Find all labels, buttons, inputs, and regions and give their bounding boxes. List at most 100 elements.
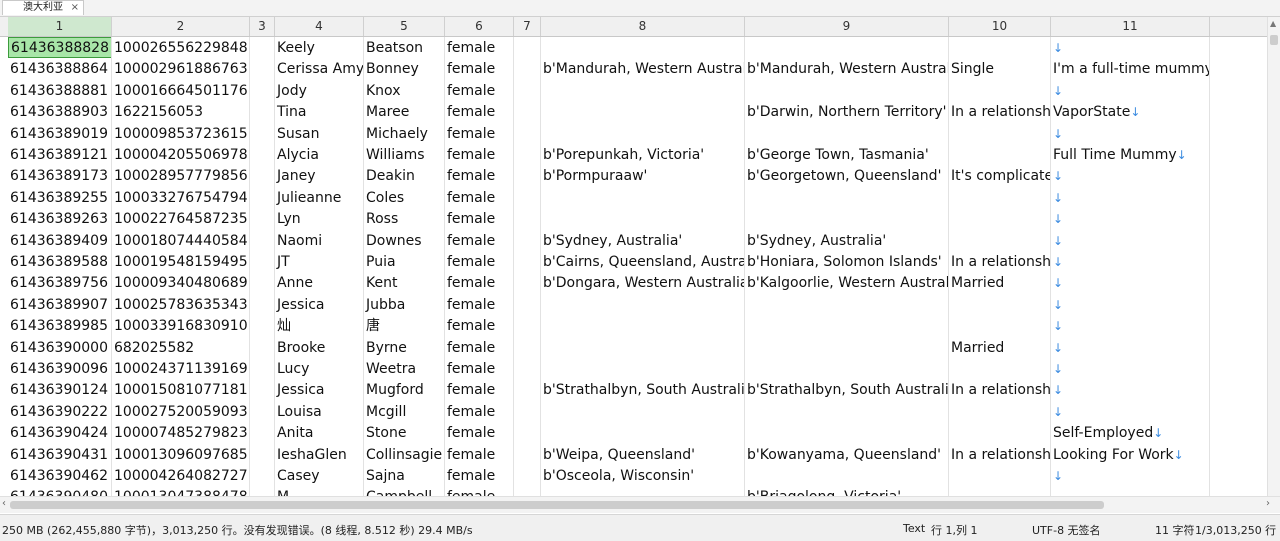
- table-cell[interactable]: [250, 337, 275, 358]
- table-cell[interactable]: 61436390480: [8, 486, 112, 496]
- table-cell[interactable]: [745, 315, 949, 336]
- table-cell[interactable]: b'Darwin, Northern Territory': [745, 101, 949, 122]
- table-cell[interactable]: Puia: [364, 251, 445, 272]
- table-cell[interactable]: In a relationship: [949, 379, 1051, 400]
- table-cell[interactable]: 100007485279823: [112, 422, 250, 443]
- table-cell[interactable]: [745, 187, 949, 208]
- table-cell[interactable]: In a relationship: [949, 444, 1051, 465]
- table-cell[interactable]: [250, 486, 275, 496]
- table-cell[interactable]: Campbell: [364, 486, 445, 496]
- table-cell[interactable]: female: [445, 208, 514, 229]
- table-cell[interactable]: [514, 337, 541, 358]
- table-cell[interactable]: ↓: [1051, 379, 1210, 400]
- table-row[interactable]: 61436389907 100025783635343 Jessica Jubba fe…: [0, 294, 1268, 315]
- table-cell[interactable]: [250, 358, 275, 379]
- table-cell[interactable]: ↓: [1051, 37, 1210, 58]
- table-cell[interactable]: [250, 422, 275, 443]
- table-cell[interactable]: 100024371139169: [112, 358, 250, 379]
- table-cell[interactable]: In a relationship: [949, 101, 1051, 122]
- table-cell[interactable]: Keely: [275, 37, 364, 58]
- table-cell[interactable]: [745, 37, 949, 58]
- table-cell[interactable]: [949, 208, 1051, 229]
- table-cell[interactable]: [745, 123, 949, 144]
- table-cell[interactable]: [949, 315, 1051, 336]
- column-header-7[interactable]: 7: [514, 17, 541, 36]
- table-cell[interactable]: [514, 230, 541, 251]
- table-cell[interactable]: I'm a full-time mummy↓: [1051, 58, 1210, 79]
- table-cell[interactable]: female: [445, 80, 514, 101]
- table-cell[interactable]: ↓: [1051, 272, 1210, 293]
- table-cell[interactable]: [949, 422, 1051, 443]
- table-cell[interactable]: Janey: [275, 165, 364, 186]
- table-cell[interactable]: [514, 101, 541, 122]
- table-cell[interactable]: female: [445, 486, 514, 496]
- table-cell[interactable]: [250, 80, 275, 101]
- table-cell[interactable]: 61436389907: [8, 294, 112, 315]
- table-cell[interactable]: [514, 401, 541, 422]
- table-cell[interactable]: 100033276754794: [112, 187, 250, 208]
- table-cell[interactable]: female: [445, 358, 514, 379]
- table-cell[interactable]: 61436389756: [8, 272, 112, 293]
- table-cell[interactable]: [745, 337, 949, 358]
- table-cell[interactable]: IeshaGlen: [275, 444, 364, 465]
- table-cell[interactable]: 61436389019: [8, 123, 112, 144]
- table-cell[interactable]: 61436390424: [8, 422, 112, 443]
- table-cell[interactable]: b'Pormpuraaw': [541, 165, 745, 186]
- table-cell[interactable]: [541, 208, 745, 229]
- vertical-scrollbar[interactable]: ▲: [1267, 17, 1280, 496]
- table-cell[interactable]: Married: [949, 272, 1051, 293]
- table-row[interactable]: 61436390424 100007485279823 Anita Stone fema…: [0, 422, 1268, 443]
- table-cell[interactable]: Knox: [364, 80, 445, 101]
- table-cell[interactable]: b'Briagolong, Victoria': [745, 486, 949, 496]
- table-cell[interactable]: [514, 187, 541, 208]
- table-cell[interactable]: b'Sydney, Australia': [541, 230, 745, 251]
- table-cell[interactable]: b'Dongara, Western Australia': [541, 272, 745, 293]
- column-header-3[interactable]: 3: [250, 17, 275, 36]
- table-cell[interactable]: [745, 465, 949, 486]
- table-cell[interactable]: female: [445, 144, 514, 165]
- table-cell[interactable]: [250, 401, 275, 422]
- table-cell[interactable]: 100002961886763: [112, 58, 250, 79]
- table-row[interactable]: 61436388903 1622156053 Tina Maree female b'Da…: [0, 101, 1268, 122]
- table-cell[interactable]: 100019548159495: [112, 251, 250, 272]
- table-cell[interactable]: [250, 465, 275, 486]
- table-cell[interactable]: b'Mandurah, Western Australia': [541, 58, 745, 79]
- table-cell[interactable]: Mcgill: [364, 401, 445, 422]
- table-cell[interactable]: b'Strathalbyn, South Australia': [541, 379, 745, 400]
- table-cell[interactable]: b'Kowanyama, Queensland': [745, 444, 949, 465]
- table-cell[interactable]: 灿: [275, 315, 364, 336]
- scroll-left-icon[interactable]: ‹: [2, 498, 6, 509]
- table-cell[interactable]: [745, 208, 949, 229]
- table-cell[interactable]: 61436389985: [8, 315, 112, 336]
- table-cell[interactable]: Ross: [364, 208, 445, 229]
- table-cell[interactable]: b'Sydney, Australia': [745, 230, 949, 251]
- status-cursor-position[interactable]: 行 1,列 1: [931, 522, 978, 538]
- table-cell[interactable]: b'Weipa, Queensland': [541, 444, 745, 465]
- table-cell[interactable]: [250, 101, 275, 122]
- table-cell[interactable]: ↓: [1051, 208, 1210, 229]
- table-row[interactable]: 61436389756 100009340480689 Anne Kent female…: [0, 272, 1268, 293]
- table-row[interactable]: 61436390124 100015081077181 Jessica Mugford…: [0, 379, 1268, 400]
- table-cell[interactable]: Jubba: [364, 294, 445, 315]
- table-cell[interactable]: [541, 294, 745, 315]
- table-cell[interactable]: 61436388881: [8, 80, 112, 101]
- table-cell[interactable]: ↓: [1051, 465, 1210, 486]
- table-cell[interactable]: female: [445, 123, 514, 144]
- table-cell[interactable]: female: [445, 465, 514, 486]
- table-cell[interactable]: ↓: [1051, 337, 1210, 358]
- table-cell[interactable]: 61436388828: [8, 37, 112, 58]
- table-cell[interactable]: female: [445, 187, 514, 208]
- table-cell[interactable]: [514, 251, 541, 272]
- table-cell[interactable]: Jessica: [275, 294, 364, 315]
- table-cell[interactable]: Anita: [275, 422, 364, 443]
- table-cell[interactable]: [949, 465, 1051, 486]
- table-cell[interactable]: 100022764587235: [112, 208, 250, 229]
- table-cell[interactable]: [514, 444, 541, 465]
- table-cell[interactable]: [514, 37, 541, 58]
- table-cell[interactable]: female: [445, 379, 514, 400]
- column-header-5[interactable]: 5: [364, 17, 445, 36]
- table-cell[interactable]: Naomi: [275, 230, 364, 251]
- table-cell[interactable]: Self-Employed↓: [1051, 422, 1210, 443]
- table-cell[interactable]: [514, 272, 541, 293]
- table-row[interactable]: 61436388828 100026556229848 Keely Beatson fe…: [0, 37, 1268, 58]
